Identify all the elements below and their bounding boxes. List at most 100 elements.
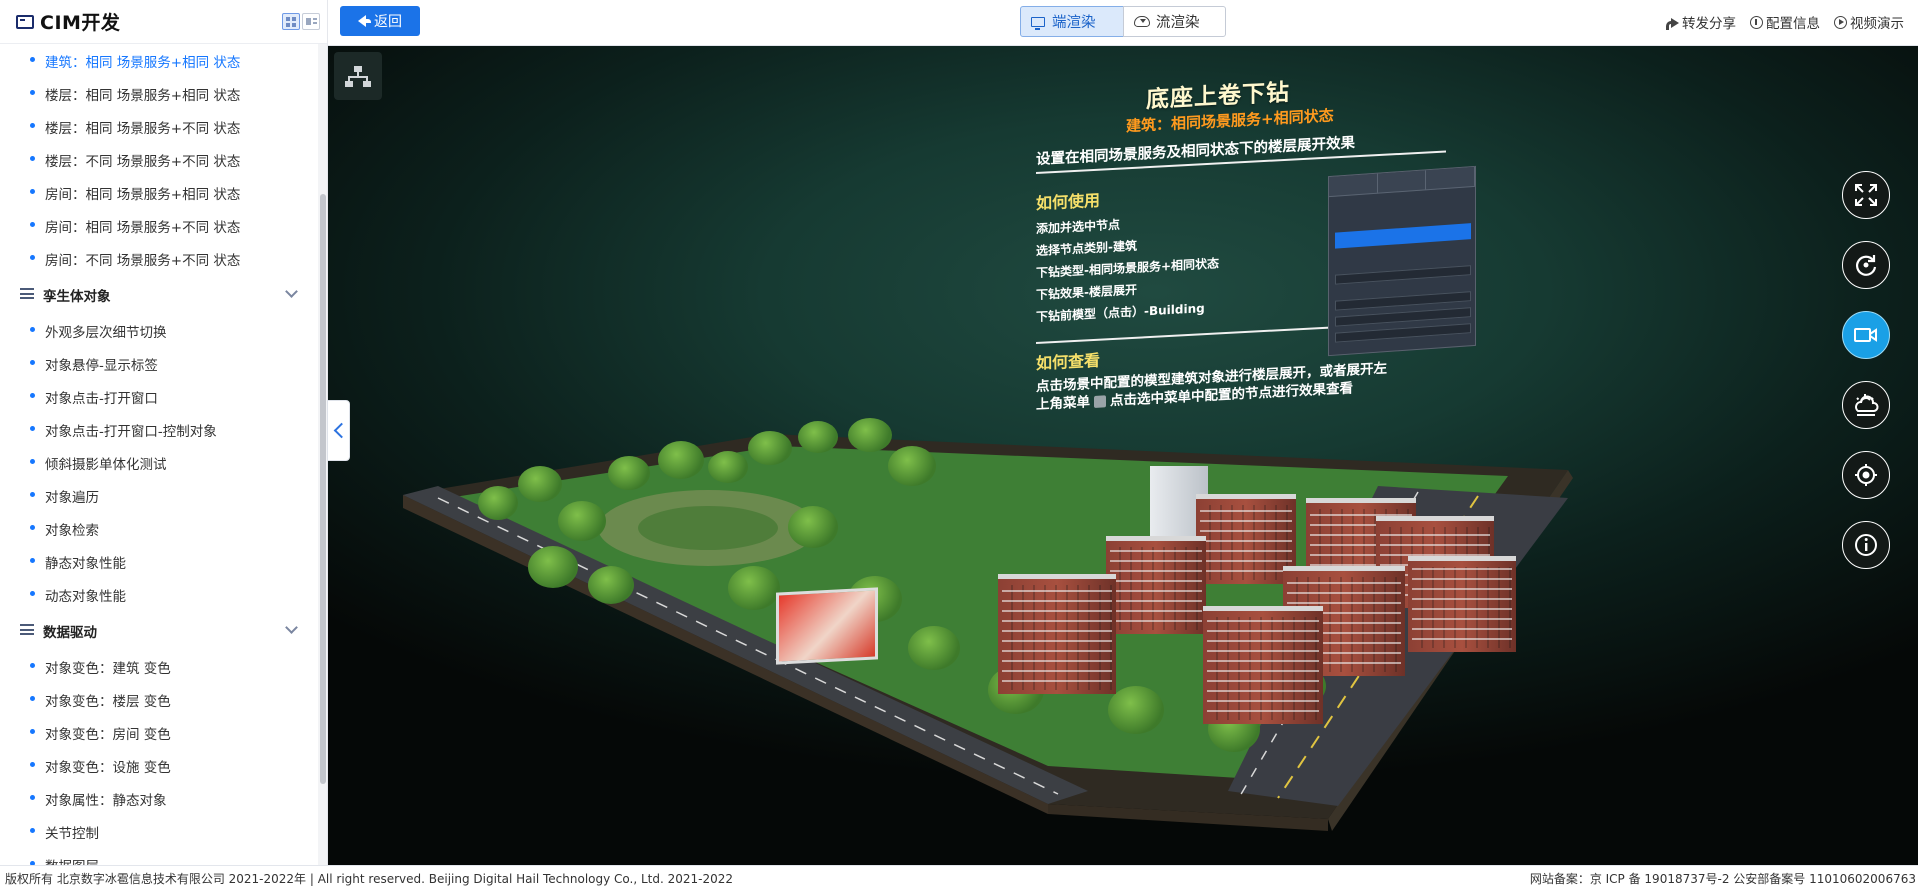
footer: 版权所有 北京数字冰雹信息技术有限公司 2021-2022年 | All rig… xyxy=(0,865,1918,887)
info-button[interactable] xyxy=(1842,521,1890,569)
sidebar-item-label: 对象点击-打开窗口 xyxy=(45,390,158,407)
sidebar-item[interactable]: 倾斜摄影单体化测试 xyxy=(0,446,318,479)
view-toggle-group xyxy=(282,13,320,30)
list-icon xyxy=(20,624,34,635)
tree xyxy=(798,421,838,453)
sidebar-item-label: 关节控制 xyxy=(45,825,99,842)
sidebar-item[interactable]: 对象变色：建筑 变色 xyxy=(0,650,318,683)
copyright-text: 版权所有 北京数字冰雹信息技术有限公司 2021-2022年 | All rig… xyxy=(5,872,734,886)
usage-step: 下钻前模型（点击）-Building xyxy=(1036,301,1205,324)
bullet-icon xyxy=(30,795,35,800)
sidebar-item[interactable]: 静态对象性能 xyxy=(0,545,318,578)
sidebar-section-data[interactable]: 数据驱动 xyxy=(0,614,318,647)
bullet-icon xyxy=(30,393,35,398)
sidebar-item[interactable]: 外观多层次细节切换 xyxy=(0,314,318,347)
sidebar-title: CIM开发 xyxy=(40,12,121,34)
sidebar-item[interactable]: 对象属性：静态对象 xyxy=(0,782,318,815)
sidebar-section-twin[interactable]: 孪生体对象 xyxy=(0,278,318,311)
list-view-icon[interactable] xyxy=(302,13,320,30)
sidebar-header: CIM开发 xyxy=(0,0,327,44)
sidebar-item[interactable]: 建筑：相同 场景服务+相同 状态 xyxy=(0,44,318,77)
chevron-down-icon xyxy=(285,621,298,634)
tree xyxy=(748,431,792,465)
sidebar-item[interactable]: 对象检索 xyxy=(0,512,318,545)
bullet-icon xyxy=(30,729,35,734)
sidebar-item-label: 房间：相同 场景服务+不同 状态 xyxy=(45,219,241,236)
tree xyxy=(518,466,562,502)
sidebar-item[interactable]: 对象变色：房间 变色 xyxy=(0,716,318,749)
sidebar-item-label: 楼层：不同 场景服务+不同 状态 xyxy=(45,153,241,170)
bullet-icon xyxy=(30,492,35,497)
config-label: 配置信息 xyxy=(1766,16,1820,32)
sidebar-item-label: 对象遍历 xyxy=(45,489,99,506)
sidebar-item[interactable]: 数据图层 xyxy=(0,848,318,865)
share-icon xyxy=(1666,16,1679,30)
bullet-icon xyxy=(30,828,35,833)
sidebar-item[interactable]: 房间：相同 场景服务+相同 状态 xyxy=(0,176,318,209)
config-preview-image xyxy=(1328,165,1476,357)
building[interactable] xyxy=(1203,606,1323,724)
render-mode-device-button[interactable]: 端渲染 xyxy=(1020,6,1124,37)
grid-view-icon[interactable] xyxy=(282,13,300,30)
scene-tree-button[interactable] xyxy=(334,52,382,100)
sidebar-item[interactable]: 楼层：相同 场景服务+相同 状态 xyxy=(0,77,318,110)
back-button[interactable]: 返回 xyxy=(340,6,420,36)
building[interactable] xyxy=(1106,536,1206,634)
tree xyxy=(888,446,936,486)
sidebar-item[interactable]: 对象遍历 xyxy=(0,479,318,512)
sidebar-item-label: 数据图层 xyxy=(45,855,99,866)
sidebar-item[interactable]: 房间：相同 场景服务+不同 状态 xyxy=(0,209,318,242)
weather-icon xyxy=(1855,394,1879,416)
terminal-icon xyxy=(16,14,34,29)
scrollbar-thumb[interactable] xyxy=(320,194,326,784)
camera-button[interactable] xyxy=(1842,311,1890,359)
building[interactable] xyxy=(1408,556,1516,652)
bullet-icon xyxy=(30,327,35,332)
refresh-button[interactable] xyxy=(1842,241,1890,289)
sidebar-item[interactable]: 对象点击-打开窗口 xyxy=(0,380,318,413)
scene-viewport[interactable]: 底座上卷下钻 建筑：相同场景服务+相同状态 设置在相同场景服务及相同状态下的楼层… xyxy=(328,46,1918,865)
location-button[interactable] xyxy=(1842,451,1890,499)
section-label: 数据驱动 xyxy=(43,624,97,641)
bullet-icon xyxy=(30,459,35,464)
sidebar-item[interactable]: 动态对象性能 xyxy=(0,578,318,611)
fullscreen-button[interactable] xyxy=(1842,171,1890,219)
sidebar-item[interactable]: 对象点击-打开窗口-控制对象 xyxy=(0,413,318,446)
section-label: 孪生体对象 xyxy=(43,288,111,305)
bullet-icon xyxy=(30,591,35,596)
sidebar-item-label: 动态对象性能 xyxy=(45,588,126,605)
sidebar-item[interactable]: 对象变色：设施 变色 xyxy=(0,749,318,782)
usage-step: 下钻效果-楼层展开 xyxy=(1036,282,1137,302)
bullet-icon xyxy=(30,255,35,260)
tree xyxy=(658,441,704,479)
weather-button[interactable] xyxy=(1842,381,1890,429)
tree xyxy=(588,566,634,604)
video-demo-link[interactable]: 视频演示 xyxy=(1834,12,1904,32)
sidebar-item[interactable]: 关节控制 xyxy=(0,815,318,848)
sidebar-item-label: 楼层：相同 场景服务+不同 状态 xyxy=(45,120,241,137)
sidebar-item-label: 对象变色：楼层 变色 xyxy=(45,693,171,710)
sidebar-item-label: 建筑：相同 场景服务+相同 状态 xyxy=(45,54,241,71)
config-link[interactable]: 配置信息 xyxy=(1750,12,1820,32)
building[interactable] xyxy=(998,574,1116,694)
tree xyxy=(528,546,578,588)
camera-icon xyxy=(1854,328,1877,342)
sidebar-item-label: 对象悬停-显示标签 xyxy=(45,357,158,374)
render-cloud-label: 流渲染 xyxy=(1156,15,1200,31)
usage-step: 下钻类型-相同场景服务+相同状态 xyxy=(1036,256,1220,280)
share-link[interactable]: 转发分享 xyxy=(1666,12,1736,32)
share-label: 转发分享 xyxy=(1682,16,1736,32)
icp-record-text: 网站备案：京 ICP 备 19018737号-2 公安部备案号 11010602… xyxy=(1529,872,1916,886)
sidebar-item-label: 对象属性：静态对象 xyxy=(45,792,167,809)
sidebar-item-label: 对象变色：房间 变色 xyxy=(45,726,171,743)
render-mode-cloud-button[interactable]: 流渲染 xyxy=(1123,6,1226,37)
sidebar-item[interactable]: 楼层：不同 场景服务+不同 状态 xyxy=(0,143,318,176)
sidebar-item[interactable]: 对象悬停-显示标签 xyxy=(0,347,318,380)
sidebar-collapse-button[interactable] xyxy=(327,400,350,461)
sidebar-item[interactable]: 房间：不同 场景服务+不同 状态 xyxy=(0,242,318,275)
sidebar-item[interactable]: 对象变色：楼层 变色 xyxy=(0,683,318,716)
sidebar-item[interactable]: 楼层：相同 场景服务+不同 状态 xyxy=(0,110,318,143)
tree xyxy=(558,501,606,541)
building[interactable] xyxy=(1196,494,1296,584)
view-text-part-a: 上角菜单 xyxy=(1036,394,1090,413)
